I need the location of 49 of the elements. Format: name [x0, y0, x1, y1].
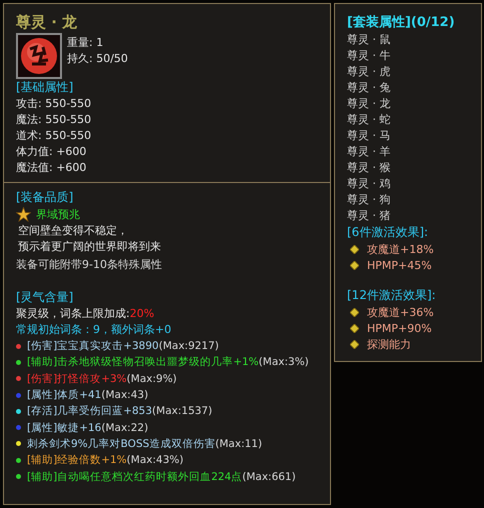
bonus-label: 聚灵级，词条上限加成: — [16, 307, 130, 320]
set-piece-text: 尊灵 · 牛 — [347, 48, 392, 64]
stat-text: 魔法: 550-550 — [16, 112, 92, 128]
set-piece-text: 尊灵 · 蛇 — [347, 112, 392, 128]
effect-text: 攻魔道+18% — [367, 242, 434, 256]
affix-text: [辅助]击杀地狱级怪物召唤出噩梦级的几率+1%(Max:3%) — [27, 355, 309, 370]
affix-text: 刺杀剑术9%几率对BOSS造成双倍伤害(Max:11) — [27, 436, 262, 451]
effect-heading: [6件激活效果]: — [347, 224, 430, 241]
set-piece-text: 尊灵 · 龙 — [347, 96, 392, 112]
affix-text: [属性]敏捷+16(Max:22) — [27, 420, 148, 435]
affix-text: [辅助]自动喝任意档次红药时额外回血224点(Max:661) — [27, 470, 296, 484]
affix-text: [辅助]经验倍数+1%(Max:43%) — [27, 453, 184, 468]
description-text: 空间壁垒变得不稳定， — [17, 223, 129, 239]
set-piece-text: 尊灵 · 鸡 — [347, 176, 392, 192]
set-piece-text: 尊灵 · 马 — [347, 128, 392, 144]
effect-text: HPMP+90% — [367, 322, 432, 334]
stat-text: 体力值: +600 — [16, 144, 88, 160]
affix-count-text: 常规初始词条：9，额外词条+0 — [16, 322, 172, 338]
set-heading: [套装属性](0/12) — [347, 14, 456, 31]
effect-text: 探测能力 — [367, 336, 411, 352]
stat-text: 魔法值: +600 — [16, 160, 88, 176]
item-name: 尊灵 · 龙 — [16, 12, 78, 33]
affix-text: [伤害]打怪倍攻+3%(Max:9%) — [27, 372, 177, 386]
set-piece-text: 尊灵 · 羊 — [347, 144, 392, 160]
set-piece-text: 尊灵 · 猪 — [347, 208, 392, 224]
set-piece-text: 尊灵 · 鼠 — [347, 32, 392, 48]
stat-text: 攻击: 550-550 — [16, 96, 92, 112]
section-heading: [基础属性] — [16, 79, 74, 96]
effect-text: HPMP+45% — [367, 258, 432, 272]
section-heading: [灵气含量] — [16, 289, 74, 306]
set-piece-text: 尊灵 · 兔 — [347, 80, 392, 96]
stat-text: 道术: 550-550 — [16, 128, 92, 144]
affix-text: [存活]几率受伤回蓝+853(Max:1537) — [27, 404, 212, 418]
affix-text: [伤害]宝宝真实攻击+3890(Max:9217) — [27, 339, 219, 354]
durability-text: 持久: 50/50 — [67, 51, 128, 67]
set-piece-text: 尊灵 · 猴 — [347, 160, 392, 176]
weight-text: 重量: 1 — [67, 35, 104, 51]
set-piece-text: 尊灵 · 虎 — [347, 64, 392, 80]
note-text: 装备可能附带9-10条特殊属性 — [16, 257, 163, 273]
bonus-value: 20% — [130, 307, 154, 320]
effect-heading: [12件激活效果]: — [347, 287, 437, 304]
set-piece-text: 尊灵 · 狗 — [347, 192, 392, 208]
section-heading: [装备品质] — [16, 189, 74, 206]
grade-text: 界域预兆 — [36, 207, 80, 222]
affix-text: [属性]体质+41(Max:43) — [27, 388, 148, 402]
effect-text: 攻魔道+36% — [367, 304, 434, 320]
orb-icon — [16, 33, 62, 79]
star-icon — [16, 207, 31, 222]
description-text: 预示着更广阔的世界即将到来 — [17, 239, 162, 255]
